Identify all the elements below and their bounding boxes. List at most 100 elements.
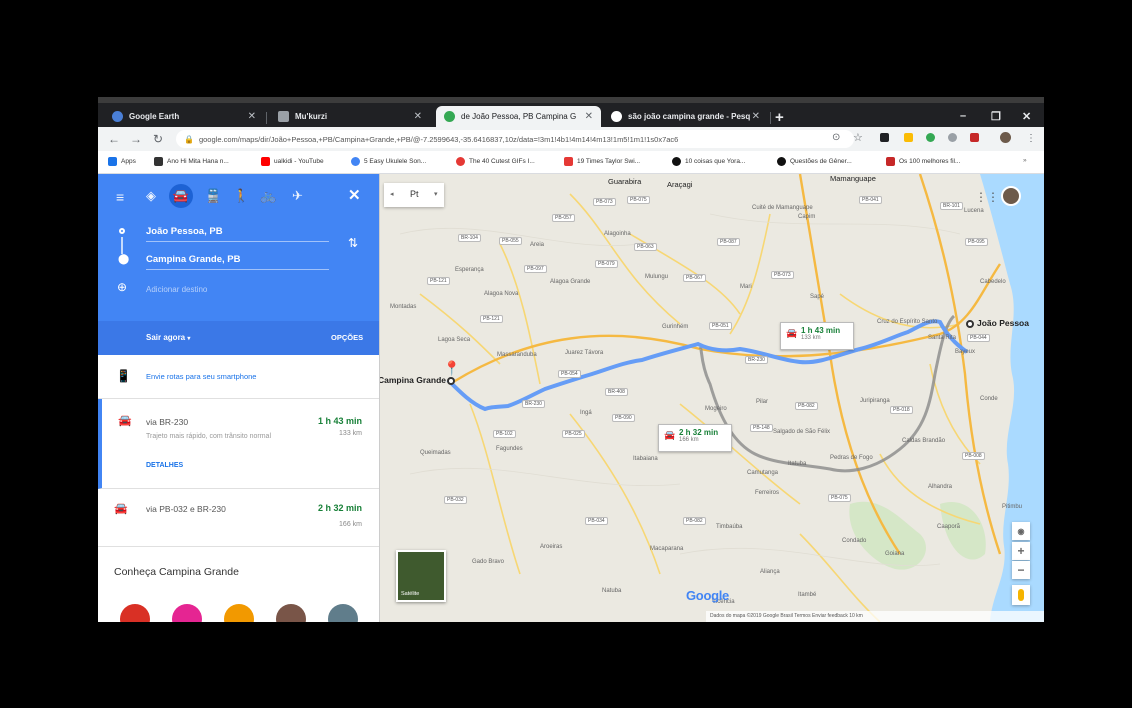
new-tab-button[interactable]: +: [775, 109, 784, 126]
walk-mode-icon[interactable]: 🚶: [233, 188, 249, 204]
close-tab-icon[interactable]: ✕: [585, 111, 593, 122]
back-icon[interactable]: ←: [108, 132, 120, 146]
route-callout-main[interactable]: 🚘 1 h 43 min 133 km: [780, 322, 854, 350]
origin-marker[interactable]: [966, 320, 974, 328]
route-callout-alt[interactable]: 🚘 2 h 32 min 166 km: [658, 424, 732, 452]
place-label: Timbaúba: [716, 524, 743, 530]
car-icon: 🚘: [114, 503, 128, 515]
place-label: Lagoa Seca: [438, 337, 471, 343]
street-view-pegman-icon[interactable]: [1012, 585, 1030, 605]
bookmark-item[interactable]: Os 100 melhores fil...: [886, 157, 960, 166]
profile-avatar[interactable]: [1000, 132, 1011, 143]
add-destination-field[interactable]: Adicionar destino: [146, 285, 207, 294]
url-field[interactable]: 🔒 google.com/maps/dir/João+Pessoa,+PB/Ca…: [176, 130, 854, 148]
minimize-icon[interactable]: –: [960, 110, 966, 122]
car-mode-icon[interactable]: 🚘: [169, 184, 193, 208]
language-selector[interactable]: ◂ Pt ▾: [384, 183, 444, 207]
satellite-label: Satélite: [401, 591, 420, 597]
road-shield: PB-097: [524, 265, 547, 273]
forward-icon[interactable]: →: [130, 132, 142, 146]
transit-mode-icon[interactable]: 🚆: [205, 188, 221, 204]
flight-mode-icon[interactable]: ✈: [292, 188, 303, 204]
origin-input[interactable]: João Pessoa, PB: [146, 226, 223, 237]
destination-input[interactable]: Campina Grande, PB: [146, 254, 241, 265]
place-label: Alagoa Nova: [484, 291, 519, 297]
bookmark-apps[interactable]: Apps: [108, 157, 136, 166]
place-label: Caaporã: [937, 524, 961, 530]
send-to-phone-row[interactable]: 📱 Envie rotas para seu smartphone: [98, 355, 379, 399]
tab-google-search[interactable]: são joão campina grande - Pesq ✕: [603, 106, 768, 127]
zoom-in-button[interactable]: +: [1012, 542, 1030, 560]
zoom-out-button[interactable]: −: [1012, 561, 1030, 579]
hotels-icon[interactable]: [172, 604, 202, 622]
place-label: Natuba: [602, 588, 622, 594]
add-destination-icon[interactable]: ⊕: [117, 280, 127, 294]
road-shield: PB-025: [562, 430, 585, 438]
road-shield: PB-073: [593, 198, 616, 206]
bookmark-item[interactable]: 5 Easy Ukulele Son...: [351, 157, 426, 166]
depart-time-selector[interactable]: Sair agora ▾: [146, 333, 190, 342]
tab-google-earth[interactable]: Google Earth ✕: [104, 106, 264, 127]
road-shield: PB-034: [585, 517, 608, 525]
reload-icon[interactable]: ↻: [152, 132, 164, 146]
best-route-icon[interactable]: ◈: [146, 188, 156, 204]
swap-icon[interactable]: ⇅: [348, 236, 358, 250]
place-label: Cuité de Mamanguape: [752, 205, 813, 211]
origin-underline: [146, 241, 329, 242]
collapse-arrow-icon[interactable]: ◂: [390, 190, 394, 198]
car-icon: 🚘: [118, 415, 132, 427]
satellite-toggle[interactable]: Satélite: [396, 550, 446, 602]
close-tab-icon[interactable]: ✕: [752, 111, 760, 122]
tab-google-maps[interactable]: de João Pessoa, PB Campina G ✕: [436, 106, 601, 127]
destination-marker[interactable]: [447, 377, 455, 385]
more-bookmarks-icon[interactable]: »: [1023, 157, 1027, 164]
bike-mode-icon[interactable]: 🚲: [260, 188, 276, 204]
bookmark-item[interactable]: Questões de Gêner...: [777, 157, 852, 166]
close-tab-icon[interactable]: ✕: [414, 111, 422, 122]
route-option-1[interactable]: 🚘 via BR-230 1 h 43 min 133 km Trajeto m…: [98, 399, 379, 489]
options-button[interactable]: OPÇÕES: [331, 333, 363, 342]
route-details-link[interactable]: DETALHES: [146, 462, 183, 469]
place-label: Ingá: [580, 410, 592, 416]
bookmark-item[interactable]: 19 Times Taylor Swi...: [564, 157, 640, 166]
road-shield: PB-090: [612, 414, 635, 422]
account-avatar[interactable]: [1001, 186, 1021, 206]
extension-icon[interactable]: [948, 133, 957, 142]
place-label: Macaparana: [650, 546, 684, 552]
extension-icon[interactable]: [926, 133, 935, 142]
tab-mukurzi[interactable]: Mu'kurzi ✕: [270, 106, 430, 127]
route-option-2[interactable]: 🚘 via PB-032 e BR-230 2 h 32 min 166 km: [98, 489, 379, 547]
extension-icon[interactable]: [904, 133, 913, 142]
my-location-icon[interactable]: ◉: [1012, 522, 1030, 540]
browser-menu-icon[interactable]: ⋮: [1026, 133, 1036, 144]
attractions-icon[interactable]: [224, 604, 254, 622]
car-icon: 🚘: [664, 430, 676, 440]
close-window-icon[interactable]: ✕: [1022, 110, 1031, 123]
place-label: Mogeiro: [705, 406, 727, 412]
bookmark-item[interactable]: ualkidi - YouTube: [261, 157, 324, 166]
bookmark-item[interactable]: 10 coisas que Yora...: [672, 157, 745, 166]
restaurants-icon[interactable]: [120, 604, 150, 622]
road-shield: PB-044: [967, 334, 990, 342]
tab-label: Google Earth: [129, 112, 180, 121]
close-tab-icon[interactable]: ✕: [248, 111, 256, 122]
location-icon[interactable]: ⊙: [832, 132, 840, 143]
road-shield: PB-082: [795, 402, 818, 410]
origin-label[interactable]: João Pessoa: [977, 318, 1029, 328]
route-duration: 2 h 32 min: [317, 503, 362, 513]
car-icon: 🚘: [786, 328, 798, 338]
extension-icon[interactable]: [880, 133, 889, 142]
bars-icon[interactable]: [276, 604, 306, 622]
bookmark-item[interactable]: The 40 Cutest GIFs I...: [456, 157, 535, 166]
extension-icon[interactable]: [970, 133, 979, 142]
maximize-icon[interactable]: ❐: [991, 110, 1001, 123]
more-places-icon[interactable]: [328, 604, 358, 622]
bookmark-item[interactable]: Ano Hi Mita Hana n...: [154, 157, 229, 166]
map-canvas[interactable]: ◂ Pt ▾ ⋮⋮⋮ 📍 Campina Grande João Pessoa …: [380, 174, 1044, 622]
place-label: Goiana: [885, 551, 905, 557]
close-directions-icon[interactable]: ✕: [348, 186, 361, 204]
road-shield: BR-230: [745, 356, 768, 364]
destination-label[interactable]: Campina Grande: [380, 375, 446, 385]
bookmark-star-icon[interactable]: ☆: [853, 131, 863, 144]
menu-icon[interactable]: ≡: [116, 189, 124, 205]
